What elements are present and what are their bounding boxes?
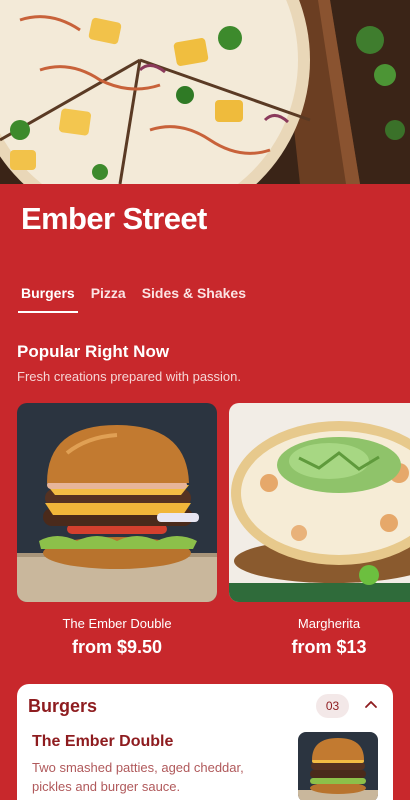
popular-card-ember-double[interactable]: The Ember Double from $9.50 [17, 403, 217, 658]
popular-item-name: Margherita [297, 616, 361, 631]
chevron-up-icon[interactable] [360, 694, 382, 716]
hero-image [0, 0, 410, 184]
tab-sides-shakes[interactable]: Sides & Shakes [139, 283, 249, 313]
menu-section-title: Burgers [28, 696, 98, 716]
popular-item-price: from $9.50 [71, 637, 163, 657]
menu-item-description: Two smashed patties, aged cheddar, pickl… [32, 760, 244, 794]
menu-section-burgers: Burgers 03 The Ember Double Two smashed … [17, 684, 393, 800]
popular-card-margherita[interactable]: Margherita from $13 [229, 403, 410, 658]
burger-image [17, 403, 217, 602]
popular-subtitle: Fresh creations prepared with passion. [17, 369, 242, 384]
category-tabs: Burgers Pizza Sides & Shakes [18, 283, 259, 313]
popular-item-name: The Ember Double [62, 616, 172, 631]
item-count-badge: 03 [316, 694, 349, 718]
pizza-image [229, 403, 410, 602]
tab-burgers[interactable]: Burgers [18, 283, 78, 313]
menu-item-name[interactable]: The Ember Double [32, 733, 173, 751]
tab-pizza[interactable]: Pizza [88, 283, 129, 313]
popular-item-price: from $13 [291, 637, 367, 657]
popular-title: Popular Right Now [17, 342, 170, 361]
menu-item-thumbnail[interactable] [298, 732, 378, 800]
app-title: Ember Street [21, 201, 207, 236]
